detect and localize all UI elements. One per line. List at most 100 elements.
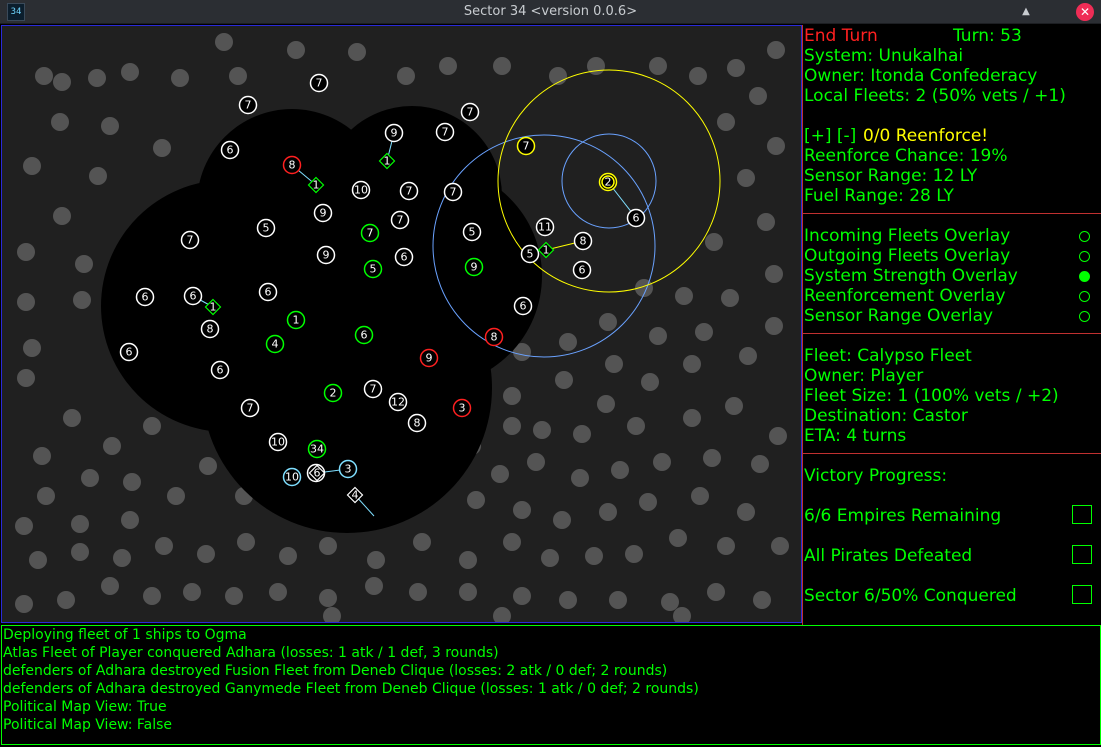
reinforce-controls[interactable]: [+] [-] (804, 126, 856, 146)
overlay-reinforcement-label[interactable]: Reenforcement Overlay (804, 286, 1006, 306)
star-system[interactable]: 5 (256, 218, 276, 238)
unexplored-star (57, 591, 75, 609)
star-system[interactable]: 10 (351, 180, 371, 200)
unexplored-star (669, 529, 687, 547)
victory-pirates-checkbox (1072, 545, 1092, 564)
star-system[interactable]: 9 (419, 348, 439, 368)
star-system[interactable]: 6 (183, 286, 203, 306)
star-system[interactable]: 12 (388, 392, 408, 412)
star-system[interactable]: 7 (516, 136, 536, 156)
overlay-reinforcement-toggle[interactable] (1079, 291, 1090, 302)
unexplored-star (237, 533, 255, 551)
unexplored-star (101, 577, 119, 595)
star-system[interactable]: 7 (390, 210, 410, 230)
overlay-sensor-toggle[interactable] (1079, 311, 1090, 322)
star-system[interactable]: 3 (452, 398, 472, 418)
star-system[interactable]: 10 (268, 432, 288, 452)
unexplored-star (541, 549, 559, 567)
minimize-icon[interactable]: ▲ (1018, 4, 1034, 20)
overlay-outgoing-label[interactable]: Outgoing Fleets Overlay (804, 246, 1010, 266)
unexplored-star (737, 503, 755, 521)
unexplored-star (467, 491, 485, 509)
reinforce-button[interactable]: 0/0 Reenforce! (863, 126, 988, 146)
star-system[interactable]: 6 (119, 342, 139, 362)
star-system-label: 6 (633, 212, 640, 225)
overlay-incoming-toggle[interactable] (1079, 231, 1090, 242)
unexplored-star (609, 591, 627, 609)
unexplored-star (75, 255, 93, 273)
victory-panel: Victory Progress: 6/6 Empires Remaining … (803, 454, 1101, 625)
star-system[interactable]: 5 (462, 222, 482, 242)
star-system-label: 5 (370, 263, 377, 276)
overlay-incoming-label[interactable]: Incoming Fleets Overlay (804, 226, 1010, 246)
overlay-strength-toggle[interactable] (1079, 271, 1090, 282)
unexplored-star (23, 157, 41, 175)
event-log[interactable]: Deploying fleet of 1 ships to Ogma Atlas… (1, 625, 1101, 745)
star-system[interactable]: 6 (220, 140, 240, 160)
unexplored-star (771, 537, 789, 555)
unexplored-star (409, 583, 427, 601)
unexplored-star (717, 113, 735, 131)
star-system[interactable]: 4 (265, 334, 285, 354)
fleet-info-panel: Fleet: Calypso Fleet Owner: Player Fleet… (803, 334, 1101, 454)
fleet-eta: ETA: 4 turns (804, 426, 907, 446)
star-system[interactable]: 9 (313, 203, 333, 223)
star-system[interactable]: 8 (282, 155, 302, 175)
star-system[interactable]: 7 (460, 102, 480, 122)
unexplored-star (23, 339, 41, 357)
star-system[interactable]: 11 (535, 217, 555, 237)
star-system[interactable]: 6 (258, 282, 278, 302)
star-map[interactable]: 777796810 7 7975 779 656 6 681646 9862 712 378103… (2, 26, 801, 622)
star-system[interactable]: 9 (316, 245, 336, 265)
star-system[interactable]: 34 (307, 439, 327, 459)
overlay-strength-label[interactable]: System Strength Overlay (804, 266, 1018, 286)
star-system[interactable]: 7 (360, 223, 380, 243)
star-system[interactable]: 6 (135, 287, 155, 307)
overlay-outgoing-toggle[interactable] (1079, 251, 1090, 262)
unexplored-star (767, 137, 785, 155)
fleet-marker[interactable]: 1 (537, 241, 555, 259)
unexplored-star (323, 607, 341, 622)
star-system[interactable]: 6 (626, 208, 646, 228)
star-system[interactable]: 8 (407, 413, 427, 433)
overlay-sensor-label[interactable]: Sensor Range Overlay (804, 306, 993, 326)
star-system[interactable]: 7 (443, 182, 463, 202)
star-system[interactable]: 7 (240, 398, 260, 418)
unexplored-star (573, 425, 591, 443)
star-system[interactable]: 7 (309, 73, 329, 93)
star-system[interactable]: 6 (513, 296, 533, 316)
star-system[interactable]: 3 (338, 459, 358, 479)
star-system[interactable]: 8 (200, 319, 220, 339)
star-system-label: 7 (450, 186, 457, 199)
star-system-label: 5 (469, 226, 476, 239)
star-system[interactable]: 7 (363, 379, 383, 399)
unexplored-star (121, 63, 139, 81)
star-system[interactable]: 8 (484, 327, 504, 347)
unexplored-star (571, 469, 589, 487)
unexplored-star (319, 589, 337, 607)
star-system[interactable]: 9 (464, 257, 484, 277)
unexplored-star (199, 457, 217, 475)
star-system[interactable]: 2 (598, 172, 618, 192)
star-system[interactable]: 7 (180, 230, 200, 250)
star-system[interactable]: 6 (354, 325, 374, 345)
star-system[interactable]: 5 (363, 259, 383, 279)
fleet-label: 1 (543, 244, 550, 257)
star-system[interactable]: 10 (282, 467, 302, 487)
star-system[interactable]: 6 (394, 247, 414, 267)
star-map-panel[interactable]: 7 7 7 7 9 6 8 10 7 7 9 7 5 7 7 9 6 5 6 6 6 8 1 6 4 6 9 8 6 2 7 12 3 7 8 10 3… (1, 25, 802, 623)
star-system[interactable]: 1 (286, 310, 306, 330)
star-system[interactable]: 7 (238, 95, 258, 115)
star-system[interactable]: 2 (323, 383, 343, 403)
star-system-label: 2 (605, 176, 612, 189)
overlay-panel: Incoming Fleets Overlay Outgoing Fleets … (803, 214, 1101, 334)
star-system[interactable]: 5 (520, 244, 540, 264)
star-system[interactable]: 8 (573, 231, 593, 251)
star-system[interactable]: 6 (210, 360, 230, 380)
end-turn-button[interactable]: End Turn (804, 26, 878, 46)
star-system[interactable]: 7 (435, 122, 455, 142)
star-system[interactable]: 9 (384, 123, 404, 143)
close-icon[interactable]: ✕ (1076, 3, 1094, 21)
star-system[interactable]: 6 (572, 260, 592, 280)
star-system[interactable]: 7 (399, 181, 419, 201)
